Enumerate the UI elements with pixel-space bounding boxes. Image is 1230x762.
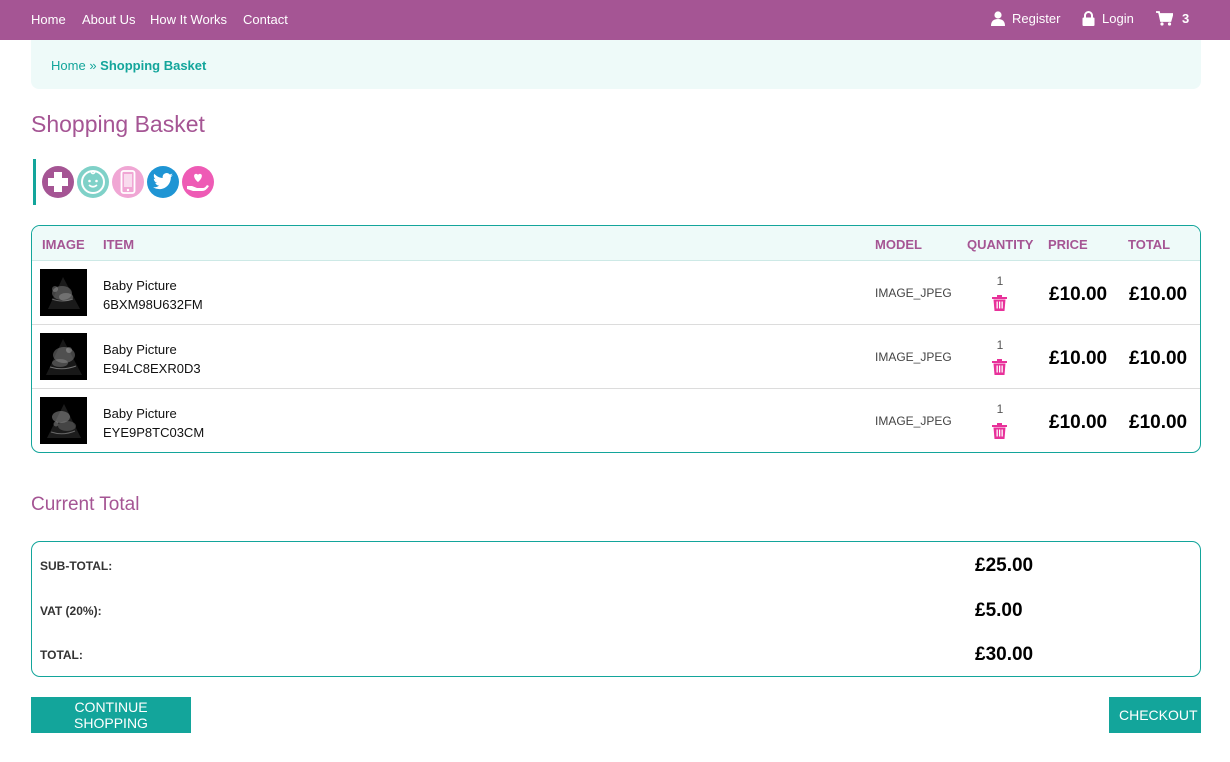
nav-about-link[interactable]: About Us (82, 12, 135, 27)
column-header-item: ITEM (103, 237, 135, 252)
nav-register-link[interactable]: Register (991, 11, 1060, 26)
baby-face-icon[interactable] (77, 166, 109, 198)
item-details: Baby Picture E94LC8EXR0D3 (103, 340, 201, 378)
item-total: £10.00 (1129, 348, 1188, 369)
heart-hand-icon[interactable] (182, 166, 214, 198)
ultrasound-thumbnail[interactable] (40, 269, 87, 316)
nav-cart-link[interactable]: 3 (1156, 11, 1189, 26)
table-row: Baby Picture E94LC8EXR0D3 IMAGE_JPEG 1 £… (32, 325, 1200, 389)
item-model: IMAGE_JPEG (875, 286, 952, 300)
subtotal-label: SUB-TOTAL: (40, 559, 113, 573)
column-header-total: TOTAL (1128, 237, 1171, 252)
table-row: Baby Picture EYE9P8TC03CM IMAGE_JPEG 1 £… (32, 389, 1200, 452)
current-total-title: Current Total (31, 494, 140, 515)
item-quantity[interactable]: 1 (995, 274, 1005, 288)
vat-row: VAT (20%): £5.00 (32, 600, 1200, 621)
item-code: EYE9P8TC03CM (103, 425, 205, 440)
total-row: TOTAL: £30.00 (32, 644, 1200, 665)
item-model: IMAGE_JPEG (875, 350, 952, 364)
nav-login-link[interactable]: Login (1082, 11, 1134, 26)
lock-icon (1082, 11, 1095, 26)
remove-item-button[interactable] (992, 423, 1007, 444)
item-name: Baby Picture (103, 342, 177, 357)
subtotal-value: £25.00 (975, 555, 1034, 576)
mobile-phone-icon[interactable] (112, 166, 144, 198)
breadcrumb-home-link[interactable]: Home (51, 58, 86, 73)
page-title: Shopping Basket (31, 111, 205, 137)
column-header-model: MODEL (875, 237, 922, 252)
remove-item-button[interactable] (992, 295, 1007, 316)
ultrasound-thumbnail[interactable] (40, 333, 87, 380)
item-quantity[interactable]: 1 (995, 402, 1005, 416)
social-icon-bar (33, 159, 214, 205)
item-code: E94LC8EXR0D3 (103, 361, 201, 376)
nav-how-it-works-link[interactable]: How It Works (150, 12, 227, 27)
trash-icon (992, 295, 1007, 311)
nav-login-label: Login (1102, 11, 1134, 26)
cart-count: 3 (1182, 11, 1190, 26)
vat-value: £5.00 (975, 600, 1023, 621)
item-price: £10.00 (1049, 284, 1108, 305)
item-price: £10.00 (1049, 348, 1108, 369)
remove-item-button[interactable] (992, 359, 1007, 380)
vat-label: VAT (20%): (40, 604, 102, 618)
twitter-icon[interactable] (147, 166, 179, 198)
breadcrumb-current: Shopping Basket (100, 58, 207, 73)
trash-icon (992, 359, 1007, 375)
basket-table-header: IMAGE ITEM MODEL QUANTITY PRICE TOTAL (32, 226, 1200, 261)
nav-contact-link[interactable]: Contact (243, 12, 288, 27)
checkout-button[interactable]: CHECKOUT (1109, 697, 1201, 733)
item-details: Baby Picture EYE9P8TC03CM (103, 404, 204, 442)
totals-box: SUB-TOTAL: £25.00 VAT (20%): £5.00 TOTAL… (31, 541, 1201, 677)
item-model: IMAGE_JPEG (875, 414, 952, 428)
table-row: Baby Picture 6BXM98U632FM IMAGE_JPEG 1 £… (32, 261, 1200, 325)
item-total: £10.00 (1129, 284, 1188, 305)
nav-home-link[interactable]: Home (31, 12, 66, 27)
item-details: Baby Picture 6BXM98U632FM (103, 276, 203, 314)
item-name: Baby Picture (103, 278, 177, 293)
ultrasound-thumbnail[interactable] (40, 397, 87, 444)
user-icon (991, 11, 1005, 26)
breadcrumb-separator: » (89, 58, 97, 73)
top-nav: Home About Us How It Works Contact Regis… (0, 0, 1230, 40)
basket-table: IMAGE ITEM MODEL QUANTITY PRICE TOTAL Ba… (31, 225, 1201, 453)
total-value: £30.00 (975, 644, 1034, 665)
shopping-cart-icon (1156, 11, 1173, 26)
item-total: £10.00 (1129, 412, 1188, 433)
trash-icon (992, 423, 1007, 439)
total-label: TOTAL: (40, 648, 83, 662)
column-header-image: IMAGE (42, 237, 85, 252)
medical-cross-icon[interactable] (42, 166, 74, 198)
item-price: £10.00 (1049, 412, 1108, 433)
continue-shopping-button[interactable]: CONTINUE SHOPPING (31, 697, 191, 733)
item-quantity[interactable]: 1 (995, 338, 1005, 352)
column-header-quantity: QUANTITY (967, 237, 1034, 252)
item-code: 6BXM98U632FM (103, 297, 203, 312)
subtotal-row: SUB-TOTAL: £25.00 (32, 555, 1200, 576)
item-name: Baby Picture (103, 406, 177, 421)
breadcrumb: Home » Shopping Basket (31, 40, 1201, 89)
nav-register-label: Register (1012, 11, 1061, 26)
column-header-price: PRICE (1048, 237, 1088, 252)
